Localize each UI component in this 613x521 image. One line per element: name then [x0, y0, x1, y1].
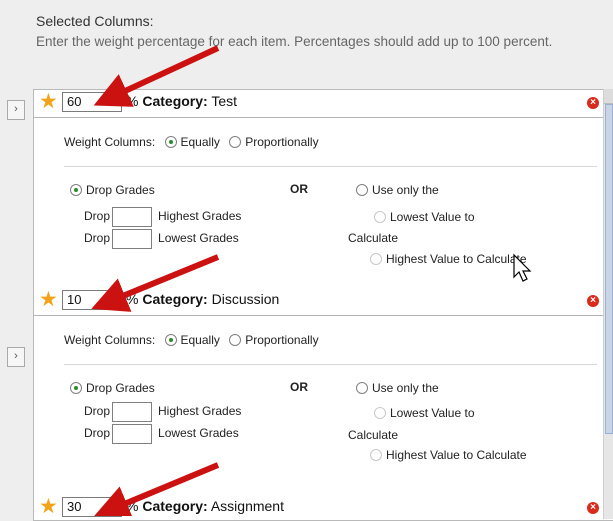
- equally-radio[interactable]: [164, 334, 177, 346]
- proportionally-label: Proportionally: [245, 333, 319, 347]
- drop-highest-input[interactable]: [112, 402, 153, 422]
- scroll-thumb[interactable]: [605, 104, 613, 434]
- lowest-grades-label: Lowest Grades: [158, 426, 239, 441]
- remove-icon[interactable]: ×: [587, 97, 599, 109]
- drop-lowest-input[interactable]: [112, 229, 153, 249]
- drop-grades-label: Drop Grades: [86, 381, 155, 395]
- equally-radio[interactable]: [164, 136, 177, 148]
- category-name: Assignment: [210, 498, 284, 514]
- category-header: ★ 10 % Category: Discussion ×: [34, 288, 607, 316]
- use-only-label: Use only the: [372, 183, 439, 197]
- star-icon: ★: [39, 90, 58, 113]
- highest-value-label: Highest Value to Calculate: [386, 448, 527, 462]
- scroll-up-button[interactable]: [604, 89, 613, 104]
- category-title: % Category: Assignment: [126, 498, 284, 514]
- lowest-value-option: Lowest Value to: [374, 210, 475, 224]
- highest-value-radio[interactable]: [370, 449, 382, 461]
- lowest-grades-label: Lowest Grades: [158, 231, 239, 246]
- category-label: Category:: [142, 498, 208, 514]
- highest-value-option: Highest Value to Calculate: [370, 448, 527, 462]
- expand-icon[interactable]: ›: [7, 347, 25, 367]
- calculate-label: Calculate: [348, 428, 399, 442]
- section-divider: [64, 364, 597, 365]
- category-name: Discussion: [211, 291, 280, 307]
- category-title: % Category: Discussion: [126, 291, 279, 307]
- mouse-pointer-icon: [513, 253, 532, 282]
- category-label: Category:: [142, 291, 208, 307]
- use-only-option: Use only the: [356, 381, 439, 395]
- expand-icon[interactable]: ›: [7, 100, 25, 120]
- drop-label: Drop: [84, 404, 111, 419]
- equally-label: Equally: [180, 333, 220, 347]
- lowest-value-radio[interactable]: [374, 211, 386, 223]
- percent-sign: %: [126, 93, 143, 109]
- highest-value-label: Highest Value to Calculate: [386, 252, 527, 266]
- proportionally-label: Proportionally: [245, 135, 319, 149]
- category-header: ★ 60 % Category: Test ×: [34, 90, 607, 118]
- lowest-value-option: Lowest Value to: [374, 406, 475, 420]
- category-section-discussion: ★ 10 % Category: Discussion × Weight Col…: [34, 288, 607, 481]
- weight-input[interactable]: 60: [62, 92, 122, 112]
- weight-columns-label: Weight Columns:: [64, 333, 156, 347]
- selected-columns-header: Selected Columns: Enter the weight perce…: [36, 12, 606, 50]
- use-only-option: Use only the: [356, 183, 439, 197]
- weight-columns-label: Weight Columns:: [64, 135, 156, 149]
- lowest-value-label: Lowest Value to: [390, 210, 475, 224]
- weight-input[interactable]: 30: [62, 497, 122, 517]
- drop-highest-row: Drop Highest Grades: [84, 207, 241, 227]
- category-section-assignment: ★ 30 % Category: Assignment ×: [34, 495, 607, 520]
- category-label: Category:: [142, 93, 208, 109]
- lowest-value-radio[interactable]: [374, 407, 386, 419]
- equally-label: Equally: [180, 135, 220, 149]
- lowest-value-label: Lowest Value to: [390, 406, 475, 420]
- drop-grades-radio[interactable]: [70, 382, 82, 394]
- category-options: Weight Columns: Equally Proportionally D…: [34, 316, 607, 481]
- selected-columns-panel: ★ 60 % Category: Test × Weight Columns: …: [33, 89, 613, 521]
- drop-label: Drop: [84, 231, 111, 246]
- proportionally-radio[interactable]: [229, 136, 242, 148]
- highest-value-radio[interactable]: [370, 253, 382, 265]
- use-only-radio[interactable]: [356, 184, 368, 196]
- drop-lowest-input[interactable]: [112, 424, 153, 444]
- or-label: OR: [290, 380, 308, 394]
- highest-grades-label: Highest Grades: [158, 404, 242, 419]
- drop-lowest-row: Drop Lowest Grades: [84, 229, 239, 249]
- drop-grades-option: Drop Grades: [70, 183, 155, 197]
- section-divider: [64, 166, 597, 167]
- drop-grades-radio[interactable]: [70, 184, 82, 196]
- drop-grades-label: Drop Grades: [86, 183, 155, 197]
- weight-columns-row: Weight Columns: Equally Proportionally: [64, 333, 319, 347]
- weight-columns-row: Weight Columns: Equally Proportionally: [64, 135, 319, 149]
- category-name: Test: [211, 93, 238, 109]
- category-title: % Category: Test: [126, 93, 237, 109]
- weight-input[interactable]: 10: [62, 290, 122, 310]
- drop-grades-option: Drop Grades: [70, 381, 155, 395]
- remove-icon[interactable]: ×: [587, 295, 599, 307]
- weight-instructions: Enter the weight percentage for each ite…: [36, 34, 553, 49]
- percent-sign: %: [126, 291, 143, 307]
- percent-sign: %: [126, 498, 143, 514]
- selected-columns-title: Selected Columns:: [36, 13, 154, 29]
- use-only-label: Use only the: [372, 381, 439, 395]
- use-only-radio[interactable]: [356, 382, 368, 394]
- highest-value-option: Highest Value to Calculate: [370, 252, 527, 266]
- vertical-scrollbar[interactable]: [603, 89, 613, 519]
- proportionally-radio[interactable]: [229, 334, 242, 346]
- star-icon: ★: [39, 288, 58, 311]
- drop-label: Drop: [84, 426, 111, 441]
- calculate-label: Calculate: [348, 231, 399, 245]
- drop-label: Drop: [84, 209, 111, 224]
- drop-lowest-row: Drop Lowest Grades: [84, 424, 239, 444]
- remove-icon[interactable]: ×: [587, 502, 599, 514]
- or-label: OR: [290, 182, 308, 196]
- highest-grades-label: Highest Grades: [158, 209, 242, 224]
- drop-highest-input[interactable]: [112, 207, 153, 227]
- category-header: ★ 30 % Category: Assignment ×: [34, 495, 607, 520]
- drop-highest-row: Drop Highest Grades: [84, 402, 241, 422]
- star-icon: ★: [39, 495, 58, 518]
